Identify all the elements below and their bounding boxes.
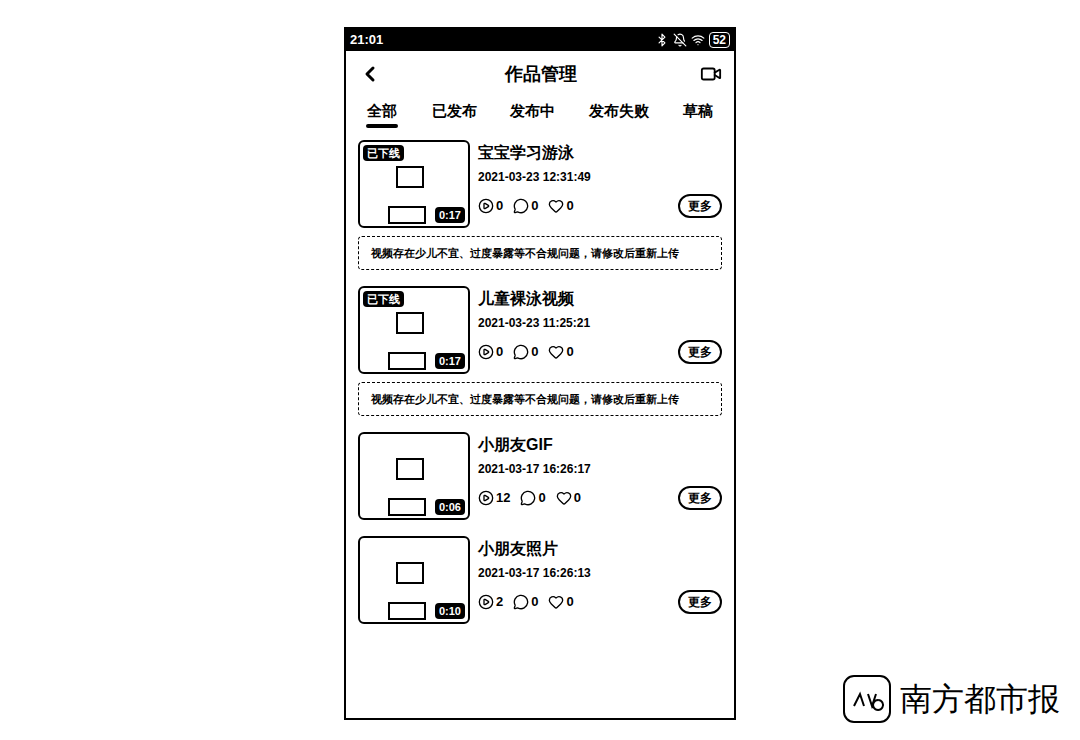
duration-badge: 0:17 bbox=[435, 207, 465, 223]
work-title: 儿童裸泳视频 bbox=[478, 288, 722, 310]
work-date: 2021-03-17 16:26:13 bbox=[478, 564, 722, 582]
work-date: 2021-03-17 16:26:17 bbox=[478, 460, 722, 478]
more-button[interactable]: 更多 bbox=[678, 590, 722, 614]
page-title: 作品管理 bbox=[382, 61, 700, 88]
play-icon bbox=[478, 344, 494, 360]
play-icon bbox=[478, 198, 494, 214]
heart-icon bbox=[548, 344, 564, 360]
work-item[interactable]: 0:06 小朋友GIF 2021-03-17 16:26:17 12 00 更多 bbox=[358, 432, 722, 520]
offline-badge: 已下线 bbox=[363, 145, 404, 161]
duration-badge: 0:17 bbox=[435, 353, 465, 369]
thumbnail-figure bbox=[396, 458, 424, 480]
comment-icon bbox=[513, 344, 529, 360]
duration-badge: 0:06 bbox=[435, 499, 465, 515]
play-icon bbox=[478, 594, 494, 610]
thumbnail-figure bbox=[396, 312, 424, 334]
work-thumbnail[interactable]: 0:10 bbox=[358, 536, 470, 624]
comments-stat: 0 bbox=[520, 488, 545, 508]
work-item[interactable]: 已下线0:17宝宝学习游泳2021-03-23 12:31:49000更多视频存… bbox=[358, 140, 722, 270]
tab-indicator bbox=[366, 124, 398, 128]
wifi-icon bbox=[691, 33, 705, 47]
plays-stat: 0 bbox=[478, 196, 503, 216]
offline-badge: 已下线 bbox=[363, 291, 404, 307]
heart-icon bbox=[548, 594, 564, 610]
violation-notice: 视频存在少儿不宜、过度暴露等不合规问题，请修改后重新上传 bbox=[358, 236, 722, 270]
work-title: 宝宝学习游泳 bbox=[478, 142, 722, 164]
work-date: 2021-03-23 12:31:49 bbox=[478, 168, 722, 186]
battery-level: 52 bbox=[709, 32, 730, 48]
work-thumbnail[interactable]: 已下线 0:17 bbox=[358, 286, 470, 374]
more-button[interactable]: 更多 bbox=[678, 194, 722, 218]
tab[interactable]: 草稿 bbox=[682, 101, 714, 128]
watermark: 南方都市报 bbox=[842, 674, 1060, 724]
tab[interactable]: 已发布 bbox=[432, 101, 477, 128]
comment-icon bbox=[513, 198, 529, 214]
tab[interactable]: 发布中 bbox=[510, 101, 555, 128]
plays-stat: 2 bbox=[478, 592, 503, 612]
header: 作品管理 bbox=[346, 51, 734, 97]
camera-icon[interactable] bbox=[700, 63, 722, 85]
thumbnail-figure bbox=[388, 352, 426, 370]
status-time: 21:01 bbox=[350, 30, 383, 50]
comment-icon bbox=[513, 594, 529, 610]
play-icon bbox=[478, 490, 494, 506]
mute-icon bbox=[673, 33, 687, 47]
phone-screen: 21:0152作品管理全部已发布发布中发布失败草稿已下线0:17宝宝学习游泳20… bbox=[344, 27, 736, 720]
likes-stat: 0 bbox=[548, 342, 573, 362]
work-title: 小朋友照片 bbox=[478, 538, 722, 560]
tab-bar: 全部 已发布 发布中 发布失败 草稿 bbox=[346, 97, 734, 128]
violation-notice: 视频存在少儿不宜、过度暴露等不合规问题，请修改后重新上传 bbox=[358, 382, 722, 416]
work-date: 2021-03-23 11:25:21 bbox=[478, 314, 722, 332]
page: 21:0152作品管理全部已发布发布中发布失败草稿已下线0:17宝宝学习游泳20… bbox=[0, 0, 1080, 740]
duration-badge: 0:10 bbox=[435, 603, 465, 619]
tab[interactable]: 全部 bbox=[366, 101, 398, 128]
works-list: 已下线0:17宝宝学习游泳2021-03-23 12:31:49000更多视频存… bbox=[346, 128, 734, 624]
comments-stat: 0 bbox=[513, 592, 538, 612]
work-thumbnail[interactable]: 已下线 0:17 bbox=[358, 140, 470, 228]
back-icon[interactable] bbox=[358, 62, 382, 86]
thumbnail-figure bbox=[388, 602, 426, 620]
thumbnail-figure bbox=[388, 206, 426, 224]
bluetooth-icon bbox=[655, 33, 669, 47]
work-item[interactable]: 0:10小朋友照片2021-03-17 16:26:13200更多 bbox=[358, 536, 722, 624]
plays-stat: 0 bbox=[478, 342, 503, 362]
status-bar: 21:01 52 bbox=[346, 29, 734, 51]
heart-icon bbox=[556, 490, 572, 506]
work-title: 小朋友GIF bbox=[478, 434, 722, 456]
more-button[interactable]: 更多 bbox=[678, 486, 722, 510]
likes-stat: 0 bbox=[556, 488, 581, 508]
plays-stat: 12 bbox=[478, 488, 510, 508]
heart-icon bbox=[548, 198, 564, 214]
thumbnail-figure bbox=[396, 562, 424, 584]
comment-icon bbox=[520, 490, 536, 506]
watermark-text: 南方都市报 bbox=[900, 679, 1060, 719]
comments-stat: 0 bbox=[513, 196, 538, 216]
work-item[interactable]: 已下线0:17儿童裸泳视频2021-03-23 11:25:21000更多视频存… bbox=[358, 286, 722, 416]
likes-stat: 0 bbox=[548, 592, 573, 612]
comments-stat: 0 bbox=[513, 342, 538, 362]
more-button[interactable]: 更多 bbox=[678, 340, 722, 364]
work-thumbnail[interactable]: 0:06 bbox=[358, 432, 470, 520]
thumbnail-figure bbox=[396, 166, 424, 188]
thumbnail-figure bbox=[388, 498, 426, 516]
tab[interactable]: 发布失败 bbox=[589, 101, 649, 128]
likes-stat: 0 bbox=[548, 196, 573, 216]
newspaper-logo-icon bbox=[842, 674, 892, 724]
